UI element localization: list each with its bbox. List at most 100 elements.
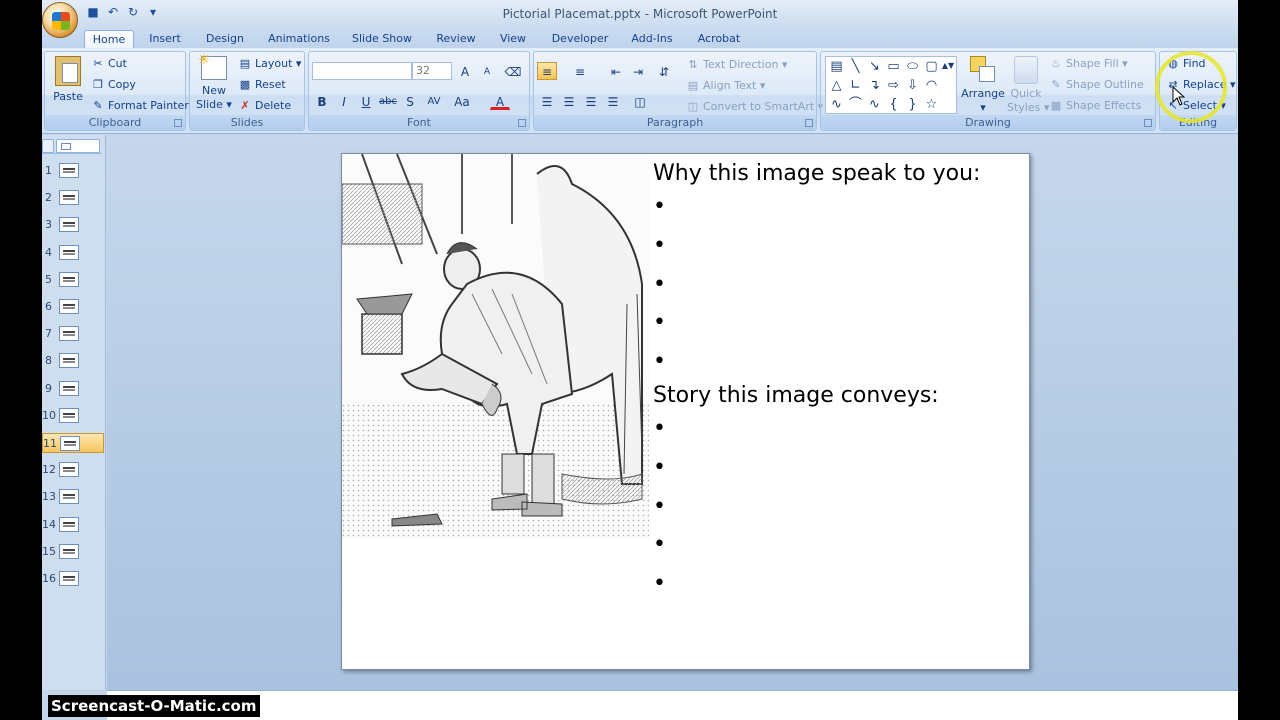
new-slide-button[interactable]: ✳ New Slide ▾ (194, 53, 234, 112)
slide-thumbnail-item[interactable]: 5 (42, 270, 104, 290)
clipboard-launcher[interactable] (174, 119, 182, 127)
slide-thumbnail-item[interactable]: 9 (42, 379, 104, 399)
grow-font-button[interactable]: A (455, 62, 475, 80)
office-button[interactable] (42, 2, 78, 38)
arrow-shape-icon[interactable]: ↘ (866, 58, 883, 75)
strikethrough-button[interactable]: abc (378, 92, 398, 110)
decrease-indent-button[interactable]: ⇤ (606, 62, 626, 80)
slide-thumbnail-item[interactable]: 2 (42, 188, 104, 208)
layout-button[interactable]: ▤ Layout ▾ (238, 57, 302, 71)
shape-effects-button[interactable]: ▩ Shape Effects (1049, 99, 1142, 113)
star-shape-icon[interactable]: ☆ (923, 96, 940, 113)
slide-thumbnail[interactable] (59, 407, 79, 423)
slide-thumbnail-item[interactable]: 14 (42, 515, 104, 535)
tab-acrobat[interactable]: Acrobat (694, 30, 744, 48)
shapes-gallery[interactable]: ▤ ╲ ↘ ▭ ⬭ ▢ △ ∟ ↴ ⇨ ⇩ ◠ ∿ ⌒ ∿ { } ☆ ▲▼ (825, 56, 957, 114)
oval-shape-icon[interactable]: ⬭ (904, 58, 921, 75)
italic-button[interactable]: I (334, 92, 354, 110)
arc-shape-icon[interactable]: ◠ (923, 77, 940, 94)
slide-thumbnail[interactable] (60, 436, 80, 451)
font-size-box[interactable]: 32 (412, 62, 452, 80)
slide-thumbnail-item[interactable]: 4 (42, 243, 104, 263)
slides-tab[interactable] (42, 139, 54, 153)
reset-button[interactable]: ▩ Reset (238, 78, 286, 92)
slide-thumbnail[interactable] (59, 353, 79, 369)
slide-text-box[interactable]: Why this image speak to you: • • • • • S… (653, 160, 1023, 604)
right-brace-icon[interactable]: } (904, 96, 921, 113)
line-spacing-button[interactable]: ⇵ (654, 62, 674, 80)
right-arrow-shape-icon[interactable]: ⇨ (885, 77, 902, 94)
slide-thumbnail-item[interactable]: 13 (42, 487, 104, 507)
slide-thumbnail[interactable] (59, 326, 79, 342)
clear-format-button[interactable]: ⌫ (503, 62, 523, 80)
rectangle-shape-icon[interactable]: ▭ (885, 58, 902, 75)
bullets-button[interactable]: ≡ (537, 62, 557, 80)
down-arrow-shape-icon[interactable]: ⇩ (904, 77, 921, 94)
slide-thumbnail[interactable] (59, 516, 79, 532)
align-text-button[interactable]: ▤ Align Text ▾ (686, 79, 766, 93)
tab-animations[interactable]: Animations (264, 30, 334, 48)
font-color-button[interactable]: A (490, 92, 510, 110)
columns-button[interactable]: ◫ (630, 92, 650, 110)
slide-thumbnail[interactable] (59, 190, 79, 206)
slide-thumbnail[interactable] (59, 571, 79, 586)
cut-button[interactable]: ✂ Cut (91, 57, 127, 71)
tab-insert[interactable]: Insert (142, 30, 188, 48)
drawing-launcher[interactable] (1144, 119, 1152, 127)
gallery-scroll-icon[interactable]: ▲▼ (941, 57, 955, 74)
scribble-shape-icon[interactable]: ∿ (866, 96, 883, 113)
slide-thumbnail-item[interactable]: 1 (42, 161, 104, 181)
rounded-rect-shape-icon[interactable]: ▢ (923, 58, 940, 75)
tab-developer[interactable]: Developer (548, 30, 612, 48)
slide-thumbnail-item[interactable]: 6 (42, 297, 104, 317)
textbox-shape-icon[interactable]: ▤ (828, 58, 845, 75)
justify-button[interactable]: ☰ (603, 92, 623, 110)
slide-thumbnail[interactable] (59, 271, 79, 287)
slide-thumbnail[interactable] (59, 462, 79, 478)
elbow-connector-icon[interactable]: ∟ (847, 77, 864, 94)
tab-review[interactable]: Review (432, 30, 480, 48)
font-launcher[interactable] (518, 119, 526, 127)
align-center-button[interactable]: ☰ (559, 92, 579, 110)
notes-pane[interactable] (107, 690, 1238, 720)
align-right-button[interactable]: ☰ (581, 92, 601, 110)
tab-view[interactable]: View (496, 30, 530, 48)
tab-slide-show[interactable]: Slide Show (348, 30, 416, 48)
slide-thumbnail-item[interactable]: 10 (42, 406, 104, 426)
align-left-button[interactable]: ☰ (537, 92, 557, 110)
curve-shape-icon[interactable]: ⌒ (847, 96, 864, 113)
slide-thumbnail[interactable] (59, 380, 79, 396)
elbow-arrow-icon[interactable]: ↴ (866, 77, 883, 94)
tab-home[interactable]: Home (84, 30, 134, 48)
shape-outline-button[interactable]: ✎ Shape Outline (1049, 78, 1143, 92)
slide-thumbnail[interactable] (59, 299, 79, 314)
char-spacing-button[interactable]: AV (424, 92, 444, 110)
slide-thumbnail-item[interactable]: 15 (42, 542, 104, 562)
increase-indent-button[interactable]: ⇥ (628, 62, 648, 80)
tab-design[interactable]: Design (200, 30, 250, 48)
slide-thumbnail-item[interactable]: 11 (42, 433, 104, 453)
slide-thumbnail-item[interactable]: 12 (42, 460, 104, 480)
slide-thumbnail-item[interactable]: 8 (42, 351, 104, 371)
triangle-shape-icon[interactable]: △ (828, 77, 845, 94)
arrange-button[interactable]: Arrange ▾ (961, 56, 1005, 115)
copy-button[interactable]: ❐ Copy (91, 78, 136, 92)
convert-smartart-button[interactable]: ◫ Convert to SmartArt ▾ (686, 100, 823, 114)
blacksmith-shoeing-horse-image[interactable] (342, 154, 649, 539)
bold-button[interactable]: B (312, 92, 332, 110)
paste-button[interactable]: Paste (49, 56, 87, 114)
slide-thumbnail[interactable] (59, 163, 79, 178)
change-case-button[interactable]: Aa (452, 92, 472, 110)
slide-thumbnail[interactable] (59, 244, 79, 260)
text-direction-button[interactable]: ⇅ Text Direction ▾ (686, 58, 787, 72)
slide-thumbnail-item[interactable]: 3 (42, 215, 104, 235)
slide-thumbnail[interactable] (59, 489, 79, 505)
slide-thumbnail-item[interactable]: 7 (42, 324, 104, 344)
format-painter-button[interactable]: ✎ Format Painter (91, 99, 188, 113)
shrink-font-button[interactable]: A (477, 62, 497, 80)
quick-styles-button[interactable]: Quick Styles ▾ (1007, 56, 1049, 115)
paragraph-launcher[interactable] (805, 119, 813, 127)
slide-thumbnail[interactable] (59, 217, 79, 233)
left-brace-icon[interactable]: { (885, 96, 902, 113)
font-name-box[interactable] (312, 62, 412, 80)
